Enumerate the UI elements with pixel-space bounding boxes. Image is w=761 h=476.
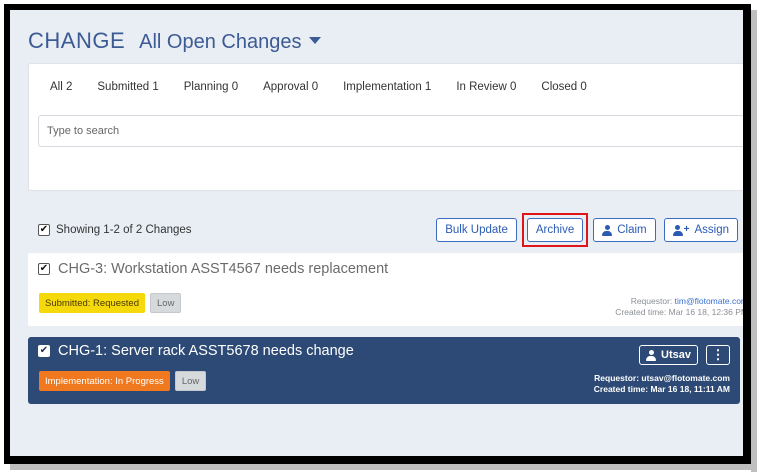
change-card-chg-1[interactable]: ✔ CHG-1: Server rack ASST5678 needs chan… (28, 337, 740, 404)
status-tabs: All 2 Submitted 1 Planning 0 Approval 0 … (50, 81, 587, 93)
tab-approval[interactable]: Approval 0 (263, 81, 318, 93)
status-badge: Submitted: Requested (39, 293, 146, 313)
priority-badge: Low (150, 293, 182, 313)
user-plus-icon: + (672, 224, 689, 236)
tab-implementation[interactable]: Implementation 1 (343, 81, 431, 93)
filter-panel: All 2 Submitted 1 Planning 0 Approval 0 … (28, 63, 743, 191)
results-summary: Showing 1-2 of 2 Changes (56, 224, 192, 236)
requestor-label: Requestor: (594, 373, 640, 383)
tab-all[interactable]: All 2 (50, 81, 72, 93)
assignee-name: Utsav (661, 349, 691, 361)
card-badges: Submitted: Requested Low (39, 293, 182, 313)
requestor-label: Requestor: (630, 296, 673, 306)
priority-badge: Low (174, 371, 207, 391)
card-meta: Requestor: tim@flotomate.com Created tim… (615, 296, 748, 318)
app-window: CHANGE All Open Changes All 2 Submitted … (4, 4, 751, 464)
created-time: Created time: Mar 16 18, 11:11 AM (593, 384, 730, 394)
bulk-actions: Bulk Update Archive Claim + Assign (436, 213, 738, 247)
row-checkbox[interactable]: ✔ (38, 345, 50, 357)
search-input[interactable] (38, 115, 743, 147)
bulk-update-button[interactable]: Bulk Update (436, 218, 517, 242)
tab-submitted[interactable]: Submitted 1 (97, 81, 158, 93)
tab-in-review[interactable]: In Review 0 (456, 81, 516, 93)
row-checkbox[interactable]: ✔ (38, 263, 50, 275)
select-all: ✔ Showing 1-2 of 2 Changes (38, 224, 192, 236)
change-title[interactable]: CHG-3: Workstation ASST4567 needs replac… (58, 261, 388, 277)
archive-button[interactable]: Archive (526, 218, 584, 242)
user-icon (646, 349, 657, 361)
card-meta: Requestor: utsav@flotomate.com Created t… (594, 373, 730, 395)
tab-closed[interactable]: Closed 0 (541, 81, 586, 93)
module-title: CHANGE (28, 28, 126, 53)
card-title: ✔ CHG-3: Workstation ASST4567 needs repl… (38, 261, 388, 277)
card-title: ✔ CHG-1: Server rack ASST5678 needs chan… (38, 343, 354, 359)
caret-down-icon (309, 37, 322, 44)
view-selector[interactable]: All Open Changes (139, 31, 322, 54)
window-shadow-bottom (10, 464, 757, 470)
assignee-button[interactable]: Utsav (639, 345, 698, 365)
select-all-checkbox[interactable]: ✔ (38, 224, 50, 236)
assign-button[interactable]: + Assign (663, 218, 738, 242)
created-time: Created time: Mar 16 18, 12:36 PM (615, 307, 748, 317)
results-toolbar: ✔ Showing 1-2 of 2 Changes Bulk Update A… (38, 213, 738, 247)
assign-label: Assign (694, 224, 729, 236)
page-header: CHANGE All Open Changes (28, 28, 322, 54)
requestor-email[interactable]: tim@flotomate.com (675, 296, 743, 306)
window-shadow-right (751, 10, 757, 472)
claim-button[interactable]: Claim (593, 218, 656, 242)
change-card-chg-3[interactable]: ✔ CHG-3: Workstation ASST4567 needs repl… (28, 253, 748, 326)
status-badge: Implementation: In Progress (39, 371, 170, 391)
view-selector-label: All Open Changes (139, 31, 302, 53)
change-title[interactable]: CHG-1: Server rack ASST5678 needs change (58, 343, 354, 359)
tab-planning[interactable]: Planning 0 (184, 81, 238, 93)
claim-label: Claim (617, 224, 647, 236)
card-badges: Implementation: In Progress Low (39, 371, 207, 391)
archive-highlight: Archive (521, 213, 589, 247)
vertical-ellipsis-icon[interactable]: ⋮ (706, 345, 730, 365)
user-icon (602, 224, 613, 236)
requestor-email[interactable]: utsav@flotomate.com (641, 373, 730, 383)
